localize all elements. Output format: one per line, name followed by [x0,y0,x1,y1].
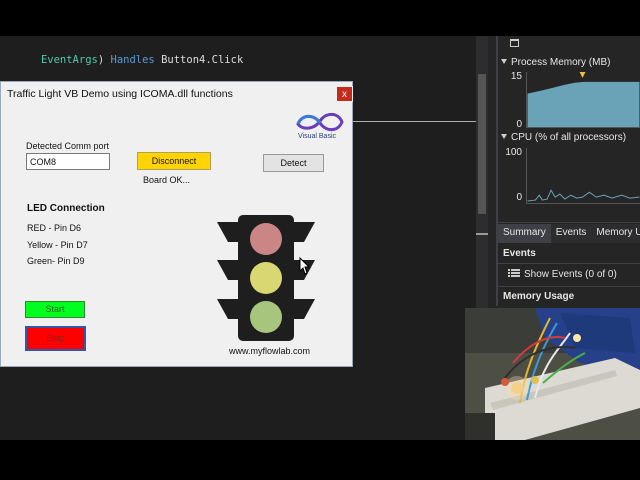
editor-divider [352,121,476,122]
memory-graph-title-text: Process Memory (MB) [511,57,611,68]
dialog-title: Traffic Light VB Demo using ICOMA.dll fu… [7,88,233,100]
memory-axis-min: 0 [516,119,522,130]
code-token-handler: Button4.Click [154,54,244,66]
stop-button[interactable]: Stop [25,326,86,351]
tab-summary[interactable]: Summary [498,224,551,243]
cpu-axis-max: 100 [505,147,522,158]
memory-graph-title[interactable]: Process Memory (MB) [501,57,610,68]
code-token-keyword: Handles [110,54,155,66]
pin-green: Green- Pin D9 [27,256,85,266]
memory-usage-heading: Memory Usage [503,291,575,302]
tab-events[interactable]: Events [551,224,592,243]
board-status: Board OK... [143,175,191,185]
editor-scrollbar-thumb[interactable] [478,74,486,214]
collapse-triangle-icon [501,134,507,139]
code-token-type: EventArgs [40,54,98,66]
cpu-graph-title-text: CPU (% of all processors) [511,132,627,143]
letterbox-top [0,0,640,36]
red-lamp [250,223,282,255]
traffic-light-visor [217,299,238,319]
traffic-light-dialog: Traffic Light VB Demo using ICOMA.dll fu… [0,81,353,367]
pin-yellow: Yellow - Pin D7 [27,240,88,250]
code-line: EventArgs) Handles Button4.Click [3,42,243,78]
screen: EventArgs) Handles Button4.Click Process… [0,0,640,480]
led-connection-heading: LED Connection [27,203,105,214]
disconnect-button[interactable]: Disconnect [137,152,211,170]
cpu-graph [526,148,640,204]
port-label: Detected Comm port [26,141,110,151]
port-input[interactable] [26,153,110,170]
tab-memory-usage[interactable]: Memory U [591,224,640,243]
memory-axis-max: 15 [510,71,522,82]
cpu-axis-min: 0 [516,192,522,203]
green-lamp [250,301,282,333]
memory-graph-area [527,81,640,127]
traffic-light-image [217,215,315,341]
letterbox-bottom [0,440,640,480]
show-events-link[interactable]: Show Events (0 of 0) [508,269,617,280]
traffic-light-visor [217,260,238,280]
traffic-light-visor [294,222,315,242]
diagnostics-tabs: Summary Events Memory U [498,224,640,243]
tabs-divider [498,222,640,223]
events-list-icon [508,269,520,277]
traffic-light-visor [217,222,238,242]
start-button[interactable]: Start [25,301,85,318]
editor-scrollbar-marker [476,233,488,235]
memory-graph [526,72,640,128]
webcam-photo [465,308,640,440]
yellow-lamp [250,262,282,294]
cpu-graph-title[interactable]: CPU (% of all processors) [501,132,626,143]
mouse-cursor-icon [299,257,311,275]
collapse-triangle-icon [501,59,507,64]
memory-usage-divider [498,286,640,287]
events-divider [498,263,640,264]
traffic-light-visor [294,299,315,319]
visual-basic-logo-icon [296,112,344,132]
show-events-text: Show Events (0 of 0) [524,269,617,280]
detect-button[interactable]: Detect [263,154,324,172]
logo-text: Visual Basic [298,133,337,140]
website-label: www.myflowlab.com [229,346,311,356]
memory-snapshot-marker [579,72,586,78]
events-heading: Events [503,248,536,259]
pin-red: RED - Pin D6 [27,223,82,233]
close-button[interactable]: x [336,86,353,102]
panel-splitter[interactable] [496,36,498,306]
toolbar-icon[interactable] [510,39,519,47]
cpu-graph-line [527,189,640,202]
code-token-paren: ) [97,54,111,66]
